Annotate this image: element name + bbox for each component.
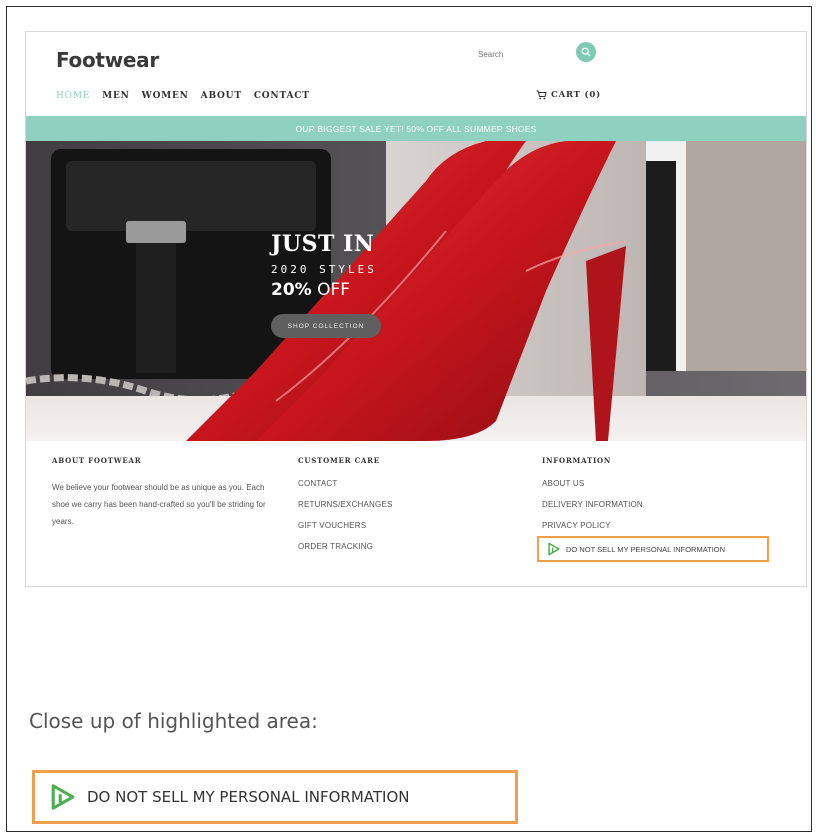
footer-about-text: We believe your footwear should be as un… (52, 483, 266, 526)
hero-image (26, 141, 806, 441)
nav-women[interactable]: WOMEN (142, 91, 189, 101)
privacy-options-icon (51, 784, 75, 810)
cart-link[interactable]: CART (0) (536, 90, 601, 100)
nav-contact[interactable]: CONTACT (254, 91, 310, 101)
hero-text: JUST IN 2020 STYLES 20% OFF (271, 231, 377, 300)
closeup-caption: Close up of highlighted area: (29, 709, 318, 733)
promo-banner[interactable]: OUR BIGGEST SALE YET! 50% OFF ALL SUMMER… (26, 116, 806, 141)
do-not-sell-closeup[interactable]: DO NOT SELL MY PERSONAL INFORMATION (32, 770, 518, 824)
hero-offer-percent: 20% (271, 280, 312, 300)
footer-care-heading: CUSTOMER CARE (298, 456, 380, 465)
cart-label: CART (0) (551, 90, 601, 100)
nav-men[interactable]: MEN (102, 91, 129, 101)
footer-link-about-us[interactable]: ABOUT US (542, 479, 643, 500)
cart-icon (536, 90, 547, 100)
search-icon (581, 47, 591, 57)
footer-link-delivery[interactable]: DELIVERY INFORMATION (542, 500, 643, 521)
nav-home[interactable]: HOME (56, 91, 90, 101)
shop-collection-button[interactable]: SHOP COLLECTION (271, 314, 381, 338)
footer-link-order-tracking[interactable]: ORDER TRACKING (298, 542, 393, 563)
hero-title: JUST IN (271, 231, 375, 257)
footer-about: ABOUT FOOTWEAR We believe your footwear … (52, 456, 277, 530)
hero-offer: 20% OFF (271, 280, 377, 300)
nav-about[interactable]: ABOUT (201, 91, 242, 101)
search-button[interactable] (576, 42, 596, 62)
hero-offer-word: OFF (317, 280, 351, 300)
footer-information: INFORMATION ABOUT US DELIVERY INFORMATIO… (542, 456, 643, 542)
footer-about-heading: ABOUT FOOTWEAR (52, 456, 142, 465)
screenshot-frame: Footwear HOME MEN WOMEN ABOUT CONTACT CA… (6, 6, 812, 832)
footer-info-heading: INFORMATION (542, 456, 612, 465)
privacy-options-icon (548, 542, 560, 556)
hero-subtitle: 2020 STYLES (271, 263, 377, 276)
footer-customer-care: CUSTOMER CARE CONTACT RETURNS/EXCHANGES … (298, 456, 393, 563)
search-input[interactable] (474, 45, 574, 63)
closeup-label: DO NOT SELL MY PERSONAL INFORMATION (87, 788, 410, 806)
do-not-sell-link-highlighted[interactable]: DO NOT SELL MY PERSONAL INFORMATION (537, 536, 769, 562)
hero-banner: JUST IN 2020 STYLES 20% OFF SHOP COLLECT… (26, 141, 806, 441)
footer-link-contact[interactable]: CONTACT (298, 479, 393, 500)
website-mockup: Footwear HOME MEN WOMEN ABOUT CONTACT CA… (25, 31, 807, 587)
do-not-sell-label: DO NOT SELL MY PERSONAL INFORMATION (566, 544, 726, 554)
footer-link-gift-vouchers[interactable]: GIFT VOUCHERS (298, 521, 393, 542)
footer-link-returns[interactable]: RETURNS/EXCHANGES (298, 500, 393, 521)
site-logo[interactable]: Footwear (56, 48, 159, 72)
main-nav: HOME MEN WOMEN ABOUT CONTACT (56, 91, 310, 101)
